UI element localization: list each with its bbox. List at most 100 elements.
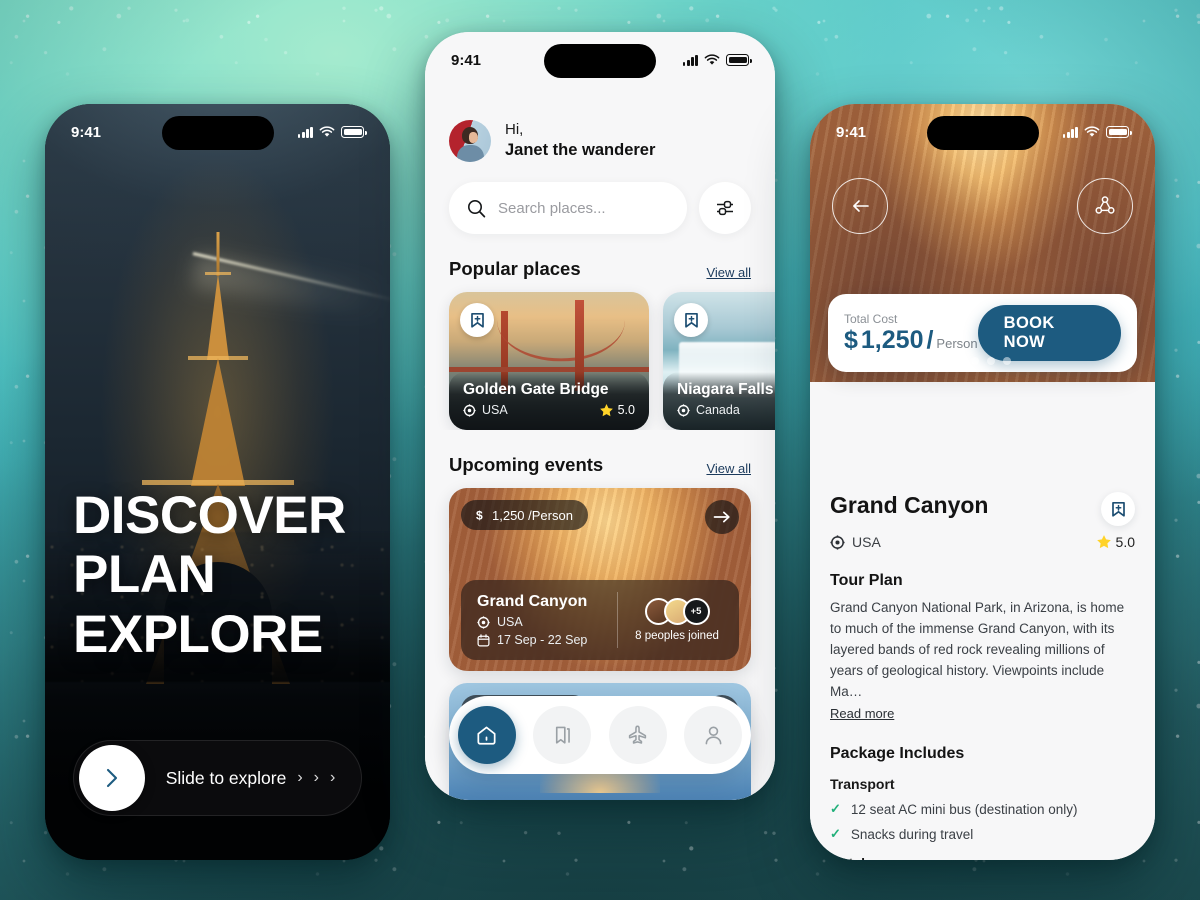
calendar-icon <box>477 633 490 646</box>
dynamic-island <box>926 116 1039 150</box>
event-country: USA <box>497 615 523 629</box>
event-info-panel: Grand Canyon USA 17 Sep - 22 Sep +5 8 pe… <box>461 580 739 660</box>
detail-rating: 5.0 <box>1115 534 1135 550</box>
cost-slash: / <box>926 325 934 354</box>
signal-bars-icon <box>682 54 698 66</box>
package-group-label: Hotel <box>830 855 1135 860</box>
carousel-dots[interactable] <box>954 357 1011 365</box>
total-cost-label: Total Cost <box>844 311 898 326</box>
place-rating: 5.0 <box>617 403 635 417</box>
joined-avatars: +5 <box>644 598 710 625</box>
joined-count: 8 peoples joined <box>635 630 719 642</box>
greeting-row: Hi, Janet the wanderer <box>425 92 775 162</box>
back-button[interactable] <box>832 178 888 234</box>
share-button[interactable] <box>1077 178 1133 234</box>
cost-amount: 1,250 <box>860 325 924 354</box>
hero-line-2: PLAN <box>73 545 216 605</box>
package-item-label: Snacks during travel <box>850 826 974 842</box>
person-icon <box>705 726 722 744</box>
bottom-navigation <box>449 696 751 774</box>
package-item-label: 12 seat AC mini bus (destination only) <box>850 801 1078 817</box>
tour-plan-text: Grand Canyon National Park, in Arizona, … <box>830 600 1125 700</box>
home-icon <box>477 726 496 745</box>
event-dates: 17 Sep - 22 Sep <box>497 633 588 647</box>
event-price: 1,250 /Person <box>492 507 573 523</box>
slide-knob[interactable] <box>79 745 145 811</box>
location-rating-row: USA 5.0 <box>830 534 1135 550</box>
carousel-dot-4[interactable] <box>1002 357 1011 365</box>
phone3-screen: Total Cost $ 1,250 / Person BOOK NOW Gra… <box>810 104 1155 860</box>
status-time: 9:41 <box>451 51 482 69</box>
slide-label: Slide to explore <box>165 767 287 788</box>
carousel-dot-2[interactable] <box>970 357 979 365</box>
bookmark-add-icon[interactable] <box>674 303 708 337</box>
battery-icon <box>1106 126 1132 138</box>
signal-bars-icon <box>297 126 313 138</box>
search-input[interactable]: Search places... <box>449 182 687 234</box>
location-target-icon <box>677 403 690 417</box>
list-item[interactable]: Niagara Falls Canada <box>663 292 775 430</box>
cost-per-unit: Person <box>936 335 978 351</box>
location-target-icon <box>477 615 490 629</box>
bookmark-add-icon[interactable] <box>460 303 494 337</box>
nav-profile-button[interactable] <box>684 706 743 764</box>
event-price-badge: $ 1,250 /Person <box>461 500 588 530</box>
nav-trips-button[interactable] <box>608 706 667 764</box>
dollar-icon: $ <box>476 509 483 523</box>
bookmark-add-icon[interactable] <box>1101 492 1135 526</box>
view-all-events[interactable]: View all <box>706 461 751 476</box>
search-icon <box>468 199 486 217</box>
bookmark-icon <box>555 726 570 744</box>
phone-home: Hi, Janet the wanderer Search places... <box>425 32 775 800</box>
search-row: Search places... <box>425 162 775 234</box>
location-target-icon <box>463 403 476 417</box>
place-country: USA <box>482 403 508 417</box>
hero-line-1: DISCOVER <box>73 486 346 545</box>
detail-location: USA <box>852 534 881 550</box>
filter-sliders-icon <box>717 200 733 216</box>
battery-icon <box>341 126 367 138</box>
chevron-1: › <box>297 769 303 786</box>
arrow-left-icon <box>853 200 869 212</box>
package-group-label: Transport <box>830 776 895 793</box>
tour-plan-heading: Tour Plan <box>830 572 903 589</box>
battery-icon <box>726 54 752 66</box>
book-now-button[interactable]: BOOK NOW <box>977 305 1121 361</box>
avatar[interactable] <box>449 120 491 162</box>
popular-places-list[interactable]: Golden Gate Bridge USA 5.0 Niagara Falls… <box>425 280 775 430</box>
status-time: 9:41 <box>71 123 102 141</box>
slide-to-explore-control[interactable]: Slide to explore › › › <box>73 740 362 816</box>
check-icon: ✓ <box>830 826 841 842</box>
greeting-name: Janet the wanderer <box>505 141 656 160</box>
phone1-screen: 9:41 DISCOVER PLAN EXPLORE Slide to expl… <box>45 104 390 860</box>
check-icon: ✓ <box>830 801 841 817</box>
nav-home-button[interactable] <box>457 706 516 764</box>
phone-detail: Total Cost $ 1,250 / Person BOOK NOW Gra… <box>810 104 1155 860</box>
page-title: Grand Canyon <box>830 492 989 518</box>
dynamic-island <box>544 44 656 78</box>
airplane-icon <box>629 725 647 744</box>
wifi-icon <box>704 54 720 65</box>
section-title-popular: Popular places <box>449 258 581 279</box>
page-title: DISCOVER PLAN EXPLORE <box>73 486 346 664</box>
view-all-popular[interactable]: View all <box>706 265 751 280</box>
carousel-dot-3[interactable] <box>986 357 995 365</box>
package-heading: Package Includes <box>830 745 965 763</box>
slide-label-group: Slide to explore › › › <box>145 768 356 789</box>
list-item[interactable]: Golden Gate Bridge USA 5.0 <box>449 292 649 430</box>
avatar-overflow: +5 <box>682 598 710 625</box>
read-more-link[interactable]: Read more <box>830 706 894 721</box>
home-content: Hi, Janet the wanderer Search places... <box>425 32 775 800</box>
event-open-button[interactable] <box>705 500 739 534</box>
share-icon <box>1095 196 1115 214</box>
event-card[interactable]: $ 1,250 /Person Grand Canyon USA 17 Sep … <box>449 488 751 671</box>
place-name: Niagara Falls <box>677 381 774 398</box>
location-target-icon <box>830 534 845 550</box>
search-placeholder: Search places... <box>498 199 606 217</box>
carousel-dot-1[interactable] <box>954 357 963 365</box>
status-time: 9:41 <box>836 123 867 141</box>
filter-button[interactable] <box>699 182 751 234</box>
place-card-info: Niagara Falls Canada <box>663 372 775 430</box>
nav-bookmarks-button[interactable] <box>533 706 592 764</box>
wifi-icon <box>1084 126 1100 137</box>
